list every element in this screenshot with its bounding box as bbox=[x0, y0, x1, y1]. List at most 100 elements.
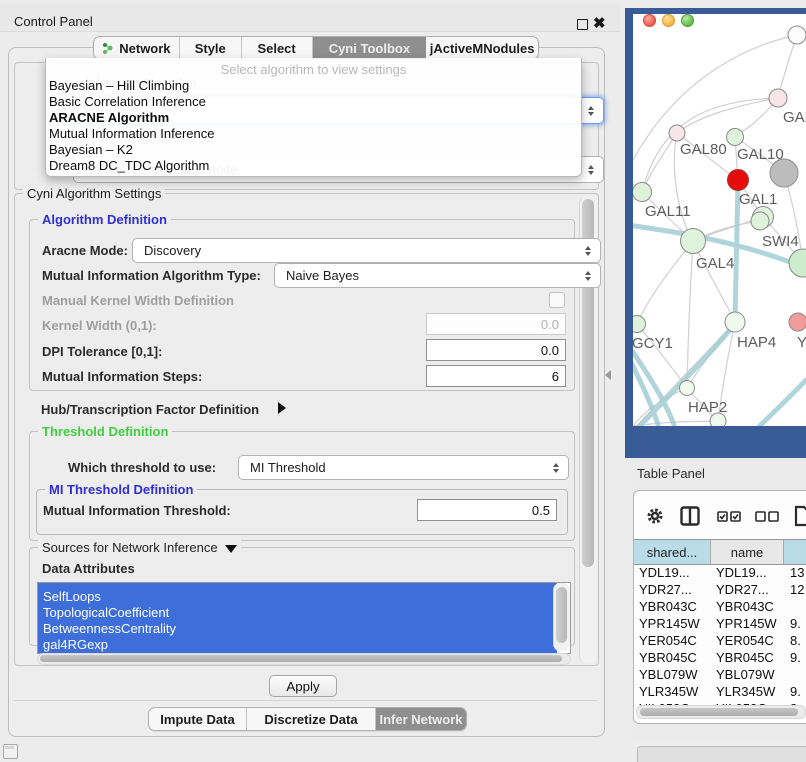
cell-extra: 8. bbox=[790, 632, 801, 649]
algorithm-definition-group: Algorithm Definition Aracne Mode: Discov… bbox=[29, 219, 575, 391]
tab-impute-data[interactable]: Impute Data bbox=[149, 708, 247, 730]
cell-extra: 13 bbox=[790, 564, 804, 581]
kernel-width-field[interactable] bbox=[426, 313, 566, 335]
which-threshold-combo[interactable]: MI Threshold bbox=[238, 455, 569, 480]
attribute-item[interactable]: TopologicalCoefficient bbox=[38, 605, 557, 621]
cell-shared: YDL19... bbox=[639, 564, 690, 581]
cell-name: YBR045C bbox=[716, 649, 774, 666]
algorithm-option[interactable]: Bayesian – Hill Climbing bbox=[49, 78, 569, 94]
cell-shared: YER054C bbox=[639, 632, 697, 649]
node-hap4[interactable] bbox=[725, 312, 745, 332]
table-row[interactable]: YPR145WYPR145W9. bbox=[634, 615, 806, 632]
split-columns-icon[interactable] bbox=[680, 506, 700, 526]
column-header-shared-name[interactable]: shared... bbox=[634, 540, 711, 564]
node-salmon[interactable] bbox=[789, 313, 806, 331]
algorithm-option-selected[interactable]: ARACNE Algorithm bbox=[49, 110, 569, 126]
tab-impute-data-label: Impute Data bbox=[160, 712, 234, 727]
close-icon[interactable]: ✖ bbox=[593, 14, 606, 32]
table-horizontal-scrollbar[interactable] bbox=[636, 705, 806, 719]
mi-steps-field[interactable] bbox=[426, 365, 566, 387]
table-row[interactable]: YBL079WYBL079W bbox=[634, 666, 806, 683]
cyni-mode-tab-bar: Impute Data Discretize Data Infer Networ… bbox=[148, 707, 467, 731]
table-row[interactable]: YER054CYER054C8. bbox=[634, 632, 806, 649]
mi-threshold-field[interactable] bbox=[417, 499, 557, 521]
dpi-tolerance-label: DPI Tolerance [0,1]: bbox=[42, 344, 162, 359]
network-nodes[interactable] bbox=[633, 26, 806, 426]
node-hap2[interactable] bbox=[680, 381, 695, 396]
apply-button[interactable]: Apply bbox=[269, 675, 337, 697]
splitter-collapse-arrow[interactable] bbox=[605, 370, 611, 380]
panel-divider bbox=[14, 700, 598, 701]
attribute-item[interactable]: gal4RGexp bbox=[38, 637, 557, 653]
data-attributes-list[interactable]: SelfLoops TopologicalCoefficient Between… bbox=[37, 582, 571, 654]
attribute-item[interactable]: BetweennessCentrality bbox=[38, 621, 557, 637]
tab-network[interactable]: Network bbox=[94, 37, 180, 59]
attribute-item[interactable]: SelfLoops bbox=[38, 589, 557, 605]
cyni-algorithm-settings-group: Cyni Algorithm Settings Algorithm Defini… bbox=[14, 193, 599, 666]
hub-definition-expander-label[interactable]: Hub/Transcription Factor Definition bbox=[41, 402, 259, 417]
table-row[interactable]: YBR045CYBR045C9. bbox=[634, 649, 806, 666]
table-row[interactable]: YDR27...YDR27...12 bbox=[634, 581, 806, 598]
combo-arrows-icon bbox=[588, 165, 594, 175]
mi-threshold-group-title: MI Threshold Definition bbox=[45, 482, 197, 497]
expander-arrow-down-icon[interactable] bbox=[225, 545, 237, 553]
node-swi4[interactable] bbox=[751, 212, 769, 230]
cell-extra: 9. bbox=[790, 649, 801, 666]
attribute-list-scrollbar[interactable] bbox=[553, 583, 570, 651]
node-red[interactable] bbox=[728, 170, 749, 191]
table-row[interactable]: YDL19...YDL19...13 bbox=[634, 564, 806, 581]
minimized-panel-icon[interactable] bbox=[3, 744, 18, 759]
algorithm-option[interactable]: Dream8 DC_TDC Algorithm bbox=[49, 158, 569, 174]
show-columns-icon[interactable] bbox=[717, 511, 741, 522]
float-window-icon[interactable] bbox=[577, 19, 588, 30]
dpi-tolerance-field[interactable] bbox=[426, 339, 566, 361]
column-header-name[interactable]: name bbox=[711, 540, 784, 564]
algorithm-option[interactable]: Mutual Information Inference bbox=[49, 126, 569, 142]
sources-group-title[interactable]: Sources for Network Inference bbox=[38, 540, 241, 555]
node-label: GAL bbox=[783, 109, 806, 126]
column-header-clipped[interactable] bbox=[784, 540, 806, 564]
expander-arrow-right-icon[interactable] bbox=[278, 402, 286, 414]
tab-discretize-data[interactable]: Discretize Data bbox=[247, 708, 376, 730]
attribute-item-clipped[interactable] bbox=[38, 582, 557, 589]
mi-type-combo[interactable]: Naive Bayes bbox=[274, 263, 601, 288]
node-right-big[interactable] bbox=[789, 249, 806, 277]
cell-name: YBL079W bbox=[716, 666, 775, 683]
tab-select-label: Select bbox=[257, 41, 295, 56]
threshold-definition-group: Threshold Definition Which threshold to … bbox=[29, 431, 575, 541]
node-gal80[interactable] bbox=[669, 125, 685, 141]
tab-select[interactable]: Select bbox=[242, 37, 313, 59]
combo-arrows-icon bbox=[588, 106, 594, 116]
gear-icon[interactable] bbox=[646, 507, 664, 525]
tab-infer-network[interactable]: Infer Network bbox=[376, 708, 466, 730]
node-label: GAL80 bbox=[680, 141, 727, 158]
tab-jactivemnodules[interactable]: jActiveMNodules bbox=[426, 37, 538, 59]
table-panel-box: shared... name YDL19...YDL19...13 YDR27.… bbox=[633, 490, 806, 724]
settings-horizontal-scrollbar[interactable] bbox=[37, 653, 571, 665]
attribute-list-scrollbar-thumb[interactable] bbox=[556, 587, 567, 643]
hide-columns-icon[interactable] bbox=[755, 511, 779, 522]
algorithm-option[interactable]: Bayesian – K2 bbox=[49, 142, 569, 158]
table-horizontal-scrollbar-thumb[interactable] bbox=[640, 708, 798, 716]
manual-kernel-checkbox[interactable] bbox=[549, 292, 565, 308]
control-panel-title: Control Panel bbox=[14, 14, 93, 29]
settings-horizontal-scrollbar-thumb[interactable] bbox=[40, 655, 562, 662]
table-row[interactable]: YBR043CYBR043C bbox=[634, 598, 806, 615]
node-pink-top[interactable] bbox=[769, 89, 787, 107]
node-gal10[interactable] bbox=[727, 129, 744, 146]
table-panel-title: Table Panel bbox=[637, 466, 705, 481]
node-gray[interactable] bbox=[770, 159, 798, 187]
node-gcy1[interactable] bbox=[633, 316, 646, 333]
algorithm-option[interactable]: Basic Correlation Inference bbox=[49, 94, 569, 110]
export-table-icon[interactable] bbox=[794, 505, 806, 527]
table-row[interactable]: YLR345WYLR345W9. bbox=[634, 683, 806, 700]
node-top-right[interactable] bbox=[788, 26, 806, 44]
tab-cyni-toolbox[interactable]: Cyni Toolbox bbox=[313, 37, 427, 59]
cell-extra: 12 bbox=[790, 581, 804, 598]
node-gal11[interactable] bbox=[633, 183, 652, 202]
aracne-mode-combo[interactable]: Discovery bbox=[132, 238, 601, 263]
network-graph[interactable] bbox=[633, 14, 806, 426]
node-gal4[interactable] bbox=[681, 229, 706, 254]
tab-style[interactable]: Style bbox=[180, 37, 242, 59]
sources-title-text: Sources for Network Inference bbox=[42, 540, 218, 555]
